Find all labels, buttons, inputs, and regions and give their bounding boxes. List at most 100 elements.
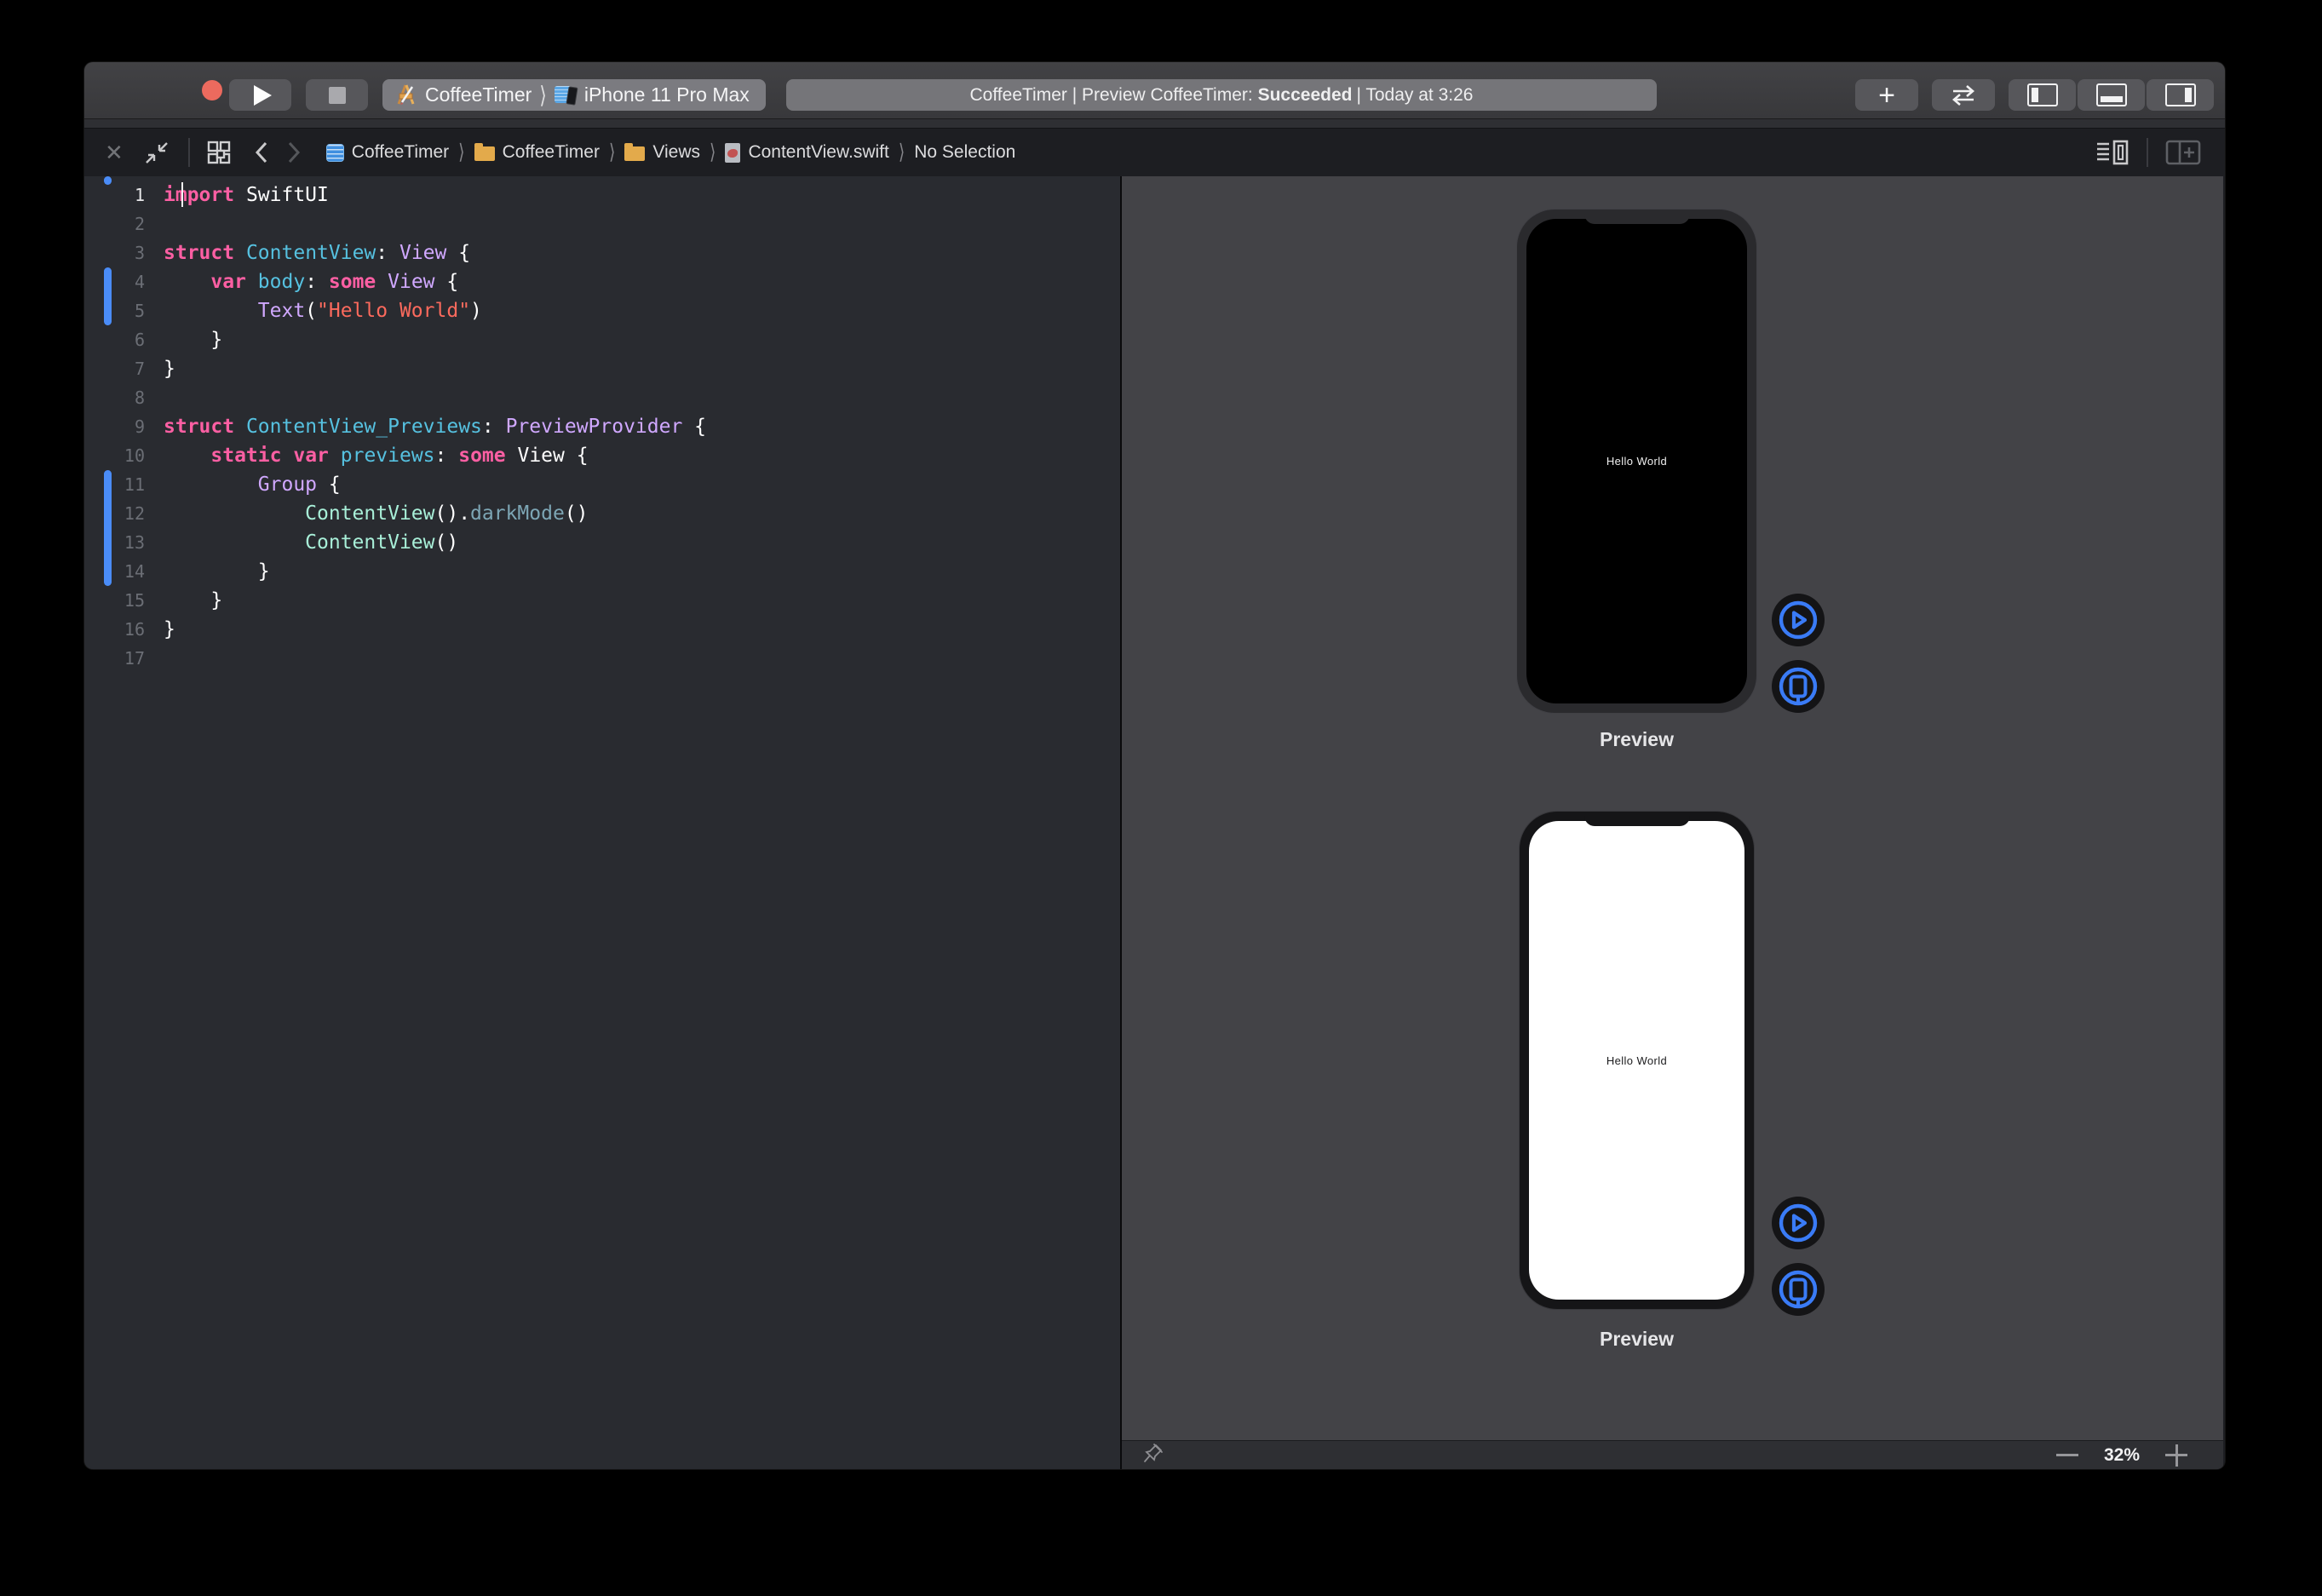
source-editor[interactable]: 1import SwiftUI23struct ContentView: Vie…	[84, 176, 1122, 1469]
line-number: 17	[84, 644, 164, 673]
preview-device-light[interactable]: Hello World	[1519, 811, 1755, 1310]
inspector-panel-icon	[2165, 83, 2196, 106]
code-text: var body: some View {	[164, 267, 458, 296]
xcode-window: CoffeeTimer ⟩ iPhone 11 Pro Max CoffeeTi…	[84, 62, 2225, 1469]
preview-screen-light: Hello World	[1529, 821, 1744, 1300]
close-editor-icon[interactable]: ✕	[105, 140, 124, 166]
library-button[interactable]: +	[1855, 79, 1918, 111]
folder-icon	[624, 146, 645, 161]
code-text: import SwiftUI	[164, 181, 329, 210]
app-icon	[394, 83, 417, 106]
change-bar-top	[104, 176, 112, 185]
code-text: Text("Hello World")	[164, 296, 482, 325]
pin-preview-icon[interactable]	[1142, 1442, 1164, 1468]
debug-panel-icon	[2096, 83, 2127, 106]
scheme-device-label: iPhone 11 Pro Max	[584, 83, 750, 106]
code-line[interactable]: 2	[84, 210, 1120, 238]
code-text: }	[164, 615, 175, 644]
forward-chevron-icon[interactable]	[285, 140, 302, 165]
line-number: 1	[84, 181, 164, 210]
swap-arrows-icon	[1948, 84, 1979, 106]
line-number: 16	[84, 615, 164, 644]
code-line[interactable]: 12 ContentView().darkMode()	[84, 499, 1120, 528]
jump-bar: ✕	[84, 119, 2225, 176]
status-suffix: | Today at 3:26	[1356, 85, 1473, 106]
device-notch	[1584, 812, 1690, 826]
breadcrumb-separator: ⟩	[609, 140, 615, 165]
run-button[interactable]	[229, 79, 291, 111]
editor-options-icon[interactable]	[2095, 138, 2129, 167]
breadcrumb-item[interactable]: CoffeeTimer	[326, 142, 449, 163]
navigator-panel-icon	[2027, 83, 2058, 106]
code-text: struct ContentView_Previews: PreviewProv…	[164, 412, 706, 441]
code-line[interactable]: 13 ContentView()	[84, 528, 1120, 557]
breadcrumb-separator: ⟩	[899, 140, 905, 165]
preview-hello-text-light: Hello World	[1606, 1054, 1667, 1067]
back-chevron-icon[interactable]	[253, 140, 270, 165]
collapse-editor-icon[interactable]	[142, 138, 171, 167]
code-line[interactable]: 1import SwiftUI	[84, 181, 1120, 210]
code-review-button[interactable]	[1932, 79, 1995, 111]
code-text: static var previews: some View {	[164, 441, 589, 470]
code-line[interactable]: 9struct ContentView_Previews: PreviewPro…	[84, 412, 1120, 441]
code-line[interactable]: 17	[84, 644, 1120, 673]
preview-on-device-button-2[interactable]	[1772, 1263, 1825, 1316]
related-items-icon[interactable]	[205, 139, 233, 166]
breadcrumb-label: CoffeeTimer	[503, 142, 600, 163]
code-text: }	[164, 354, 175, 383]
preview-device-dark[interactable]: Hello World	[1516, 209, 1757, 714]
stop-icon	[329, 87, 346, 104]
project-icon	[326, 144, 344, 162]
code-text: }	[164, 325, 222, 354]
activity-viewer[interactable]: CoffeeTimer | Preview CoffeeTimer: Succe…	[786, 79, 1657, 111]
code-text: }	[164, 586, 222, 615]
folder-icon	[474, 146, 495, 161]
line-number: 2	[84, 210, 164, 238]
breadcrumb-separator: ⟩	[710, 140, 716, 165]
toggle-navigator-button[interactable]	[2009, 79, 2076, 111]
breadcrumb: CoffeeTimer ⟩ CoffeeTimer ⟩ Views ⟩ ContentVie…	[326, 142, 1016, 163]
swift-file-icon	[725, 143, 740, 163]
breadcrumb-item[interactable]: Views	[624, 142, 700, 163]
code-line[interactable]: 14 }	[84, 557, 1120, 586]
code-line[interactable]: 6 }	[84, 325, 1120, 354]
code-line[interactable]: 15 }	[84, 586, 1120, 615]
code-line[interactable]: 8	[84, 383, 1120, 412]
line-number: 12	[84, 499, 164, 528]
toggle-inspectors-button[interactable]	[2147, 79, 2214, 111]
preview-on-device-button-1[interactable]	[1772, 660, 1825, 713]
breadcrumb-item[interactable]: No Selection	[914, 142, 1015, 163]
code-line[interactable]: 7}	[84, 354, 1120, 383]
code-line[interactable]: 4 var body: some View {	[84, 267, 1120, 296]
scheme-selector[interactable]: CoffeeTimer ⟩ iPhone 11 Pro Max	[382, 79, 766, 111]
code-line[interactable]: 11 Group {	[84, 470, 1120, 499]
zoom-out-button[interactable]	[2056, 1454, 2078, 1456]
change-bar-lines-4-5	[104, 267, 112, 325]
jumpbar-divider	[188, 138, 190, 167]
preview-screen-dark: Hello World	[1526, 219, 1747, 703]
code-line[interactable]: 10 static var previews: some View {	[84, 441, 1120, 470]
stop-button[interactable]	[306, 79, 368, 111]
scheme-project-label: CoffeeTimer	[425, 83, 532, 106]
preview-hello-text-dark: Hello World	[1606, 455, 1667, 468]
add-editor-icon[interactable]	[2165, 139, 2201, 166]
live-preview-button-2[interactable]	[1772, 1197, 1825, 1249]
zoom-in-button[interactable]	[2165, 1444, 2187, 1467]
breadcrumb-item[interactable]: CoffeeTimer	[474, 142, 600, 163]
toolbar: CoffeeTimer ⟩ iPhone 11 Pro Max CoffeeTi…	[84, 62, 2225, 119]
toggle-debug-area-button[interactable]	[2078, 79, 2145, 111]
code-line[interactable]: 16}	[84, 615, 1120, 644]
breadcrumb-label: Views	[652, 142, 700, 163]
zoom-level: 32%	[2104, 1445, 2140, 1466]
code-line[interactable]: 5 Text("Hello World")	[84, 296, 1120, 325]
breadcrumb-item[interactable]: ContentView.swift	[725, 142, 888, 163]
code-line[interactable]: 3struct ContentView: View {	[84, 238, 1120, 267]
canvas-bottom-bar: 32%	[1122, 1440, 2223, 1469]
preview-label-2: Preview	[1516, 1328, 1757, 1351]
code-text: ContentView()	[164, 528, 458, 557]
close-window-button[interactable]	[202, 80, 222, 100]
live-preview-button-1[interactable]	[1772, 594, 1825, 646]
scheme-chevron: ⟩	[539, 81, 547, 109]
line-number: 14	[84, 557, 164, 586]
status-result: Succeeded	[1258, 85, 1353, 106]
